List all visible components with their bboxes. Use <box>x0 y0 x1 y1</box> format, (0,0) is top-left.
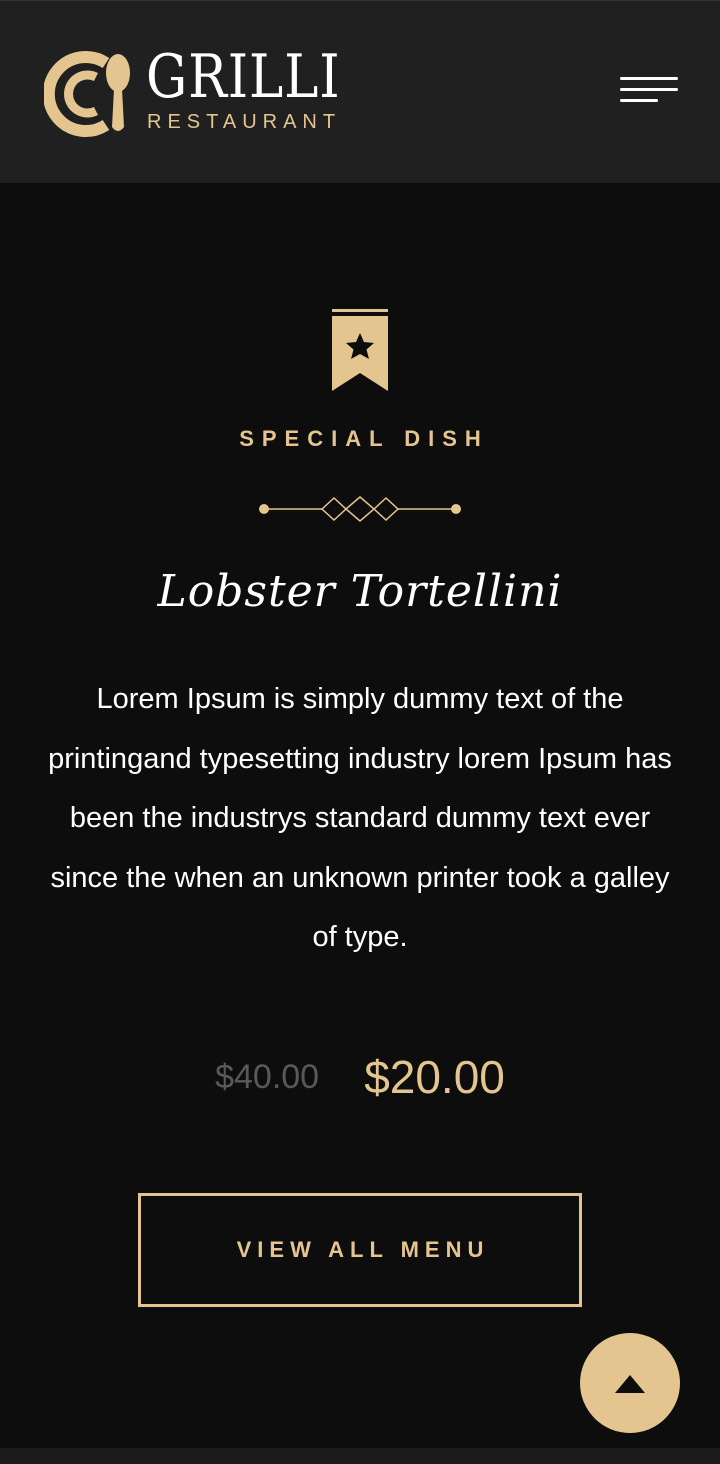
page: GRILLI RESTAURANT SPECIAL DISH Lobster T… <box>0 0 720 1464</box>
caret-up-icon <box>615 1375 645 1393</box>
dish-title: Lobster Tortellini <box>157 566 563 617</box>
menu-line-middle <box>620 88 678 91</box>
hamburger-menu-icon[interactable] <box>612 67 684 117</box>
dish-description: Lorem Ipsum is simply dummy text of the … <box>48 683 672 953</box>
footer-edge <box>0 1448 720 1464</box>
price-block: $40.00 $20.00 <box>0 1050 720 1104</box>
brand-title: GRILLI <box>146 42 341 112</box>
special-dish-label: SPECIAL DISH <box>239 426 489 451</box>
site-header: GRILLI RESTAURANT <box>0 0 720 183</box>
plate-spoon-logo-icon <box>44 51 130 137</box>
view-all-menu-button[interactable]: VIEW ALL MENU <box>138 1193 582 1307</box>
menu-line-top <box>620 77 678 80</box>
new-price: $20.00 <box>364 1051 505 1103</box>
old-price: $40.00 <box>215 1057 320 1096</box>
diamond-separator-icon <box>259 496 461 522</box>
brand-subtitle: RESTAURANT <box>147 111 342 133</box>
star-ribbon-icon <box>332 309 388 391</box>
menu-line-bottom <box>620 99 658 102</box>
back-to-top-button[interactable] <box>580 1333 680 1433</box>
brand-logo[interactable]: GRILLI RESTAURANT <box>44 45 364 139</box>
